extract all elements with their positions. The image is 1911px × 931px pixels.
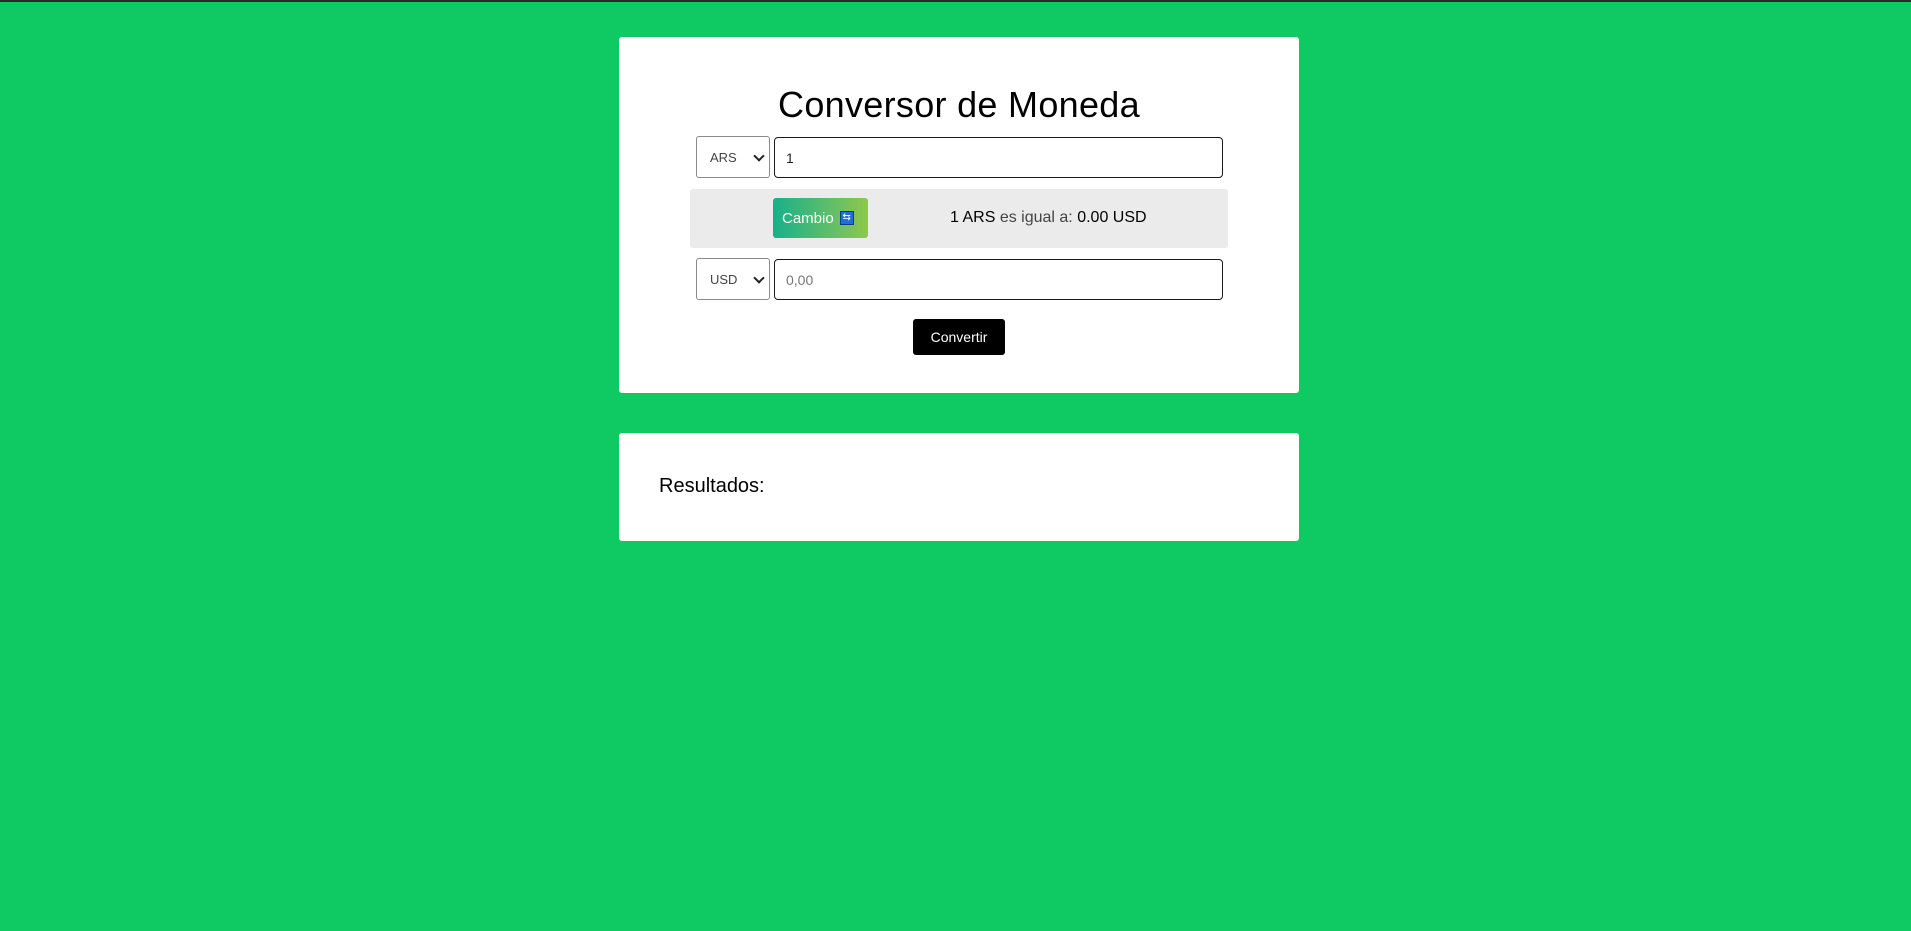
converter-card: Conversor de Moneda ARS 1 Cambio ⇆ 1 ARS… [619, 37, 1299, 393]
swap-button[interactable]: Cambio ⇆ [773, 198, 868, 238]
swap-arrows-icon: ⇆ [839, 211, 854, 225]
page-title: Conversor de Moneda [778, 84, 1140, 125]
to-currency-select[interactable]: USD [696, 258, 770, 300]
results-card: Resultados: [619, 433, 1299, 541]
rate-from-amount: 1 ARS [950, 209, 996, 226]
from-amount-input[interactable]: 1 [774, 137, 1223, 178]
to-amount-input[interactable]: 0,00 [774, 259, 1223, 300]
from-currency-select[interactable]: ARS [696, 136, 770, 178]
to-row: USD 0,00 [696, 258, 1223, 300]
from-currency-value: ARS [710, 149, 737, 165]
to-currency-value: USD [710, 271, 738, 287]
results-heading: Resultados: [659, 475, 765, 497]
rate-connector: es igual a: [999, 209, 1073, 226]
chevron-down-icon [753, 150, 765, 162]
rate-to-amount: 0.00 USD [1077, 209, 1147, 226]
exchange-rate-text: 1 ARS es igual a: 0.00 USD [950, 209, 1147, 227]
swap-button-label: Cambio [782, 209, 834, 227]
from-row: ARS 1 [696, 136, 1223, 178]
convert-button[interactable]: Convertir [913, 319, 1005, 355]
chevron-down-icon [753, 272, 765, 284]
exchange-rate-bar: Cambio ⇆ 1 ARS es igual a: 0.00 USD [690, 189, 1228, 248]
